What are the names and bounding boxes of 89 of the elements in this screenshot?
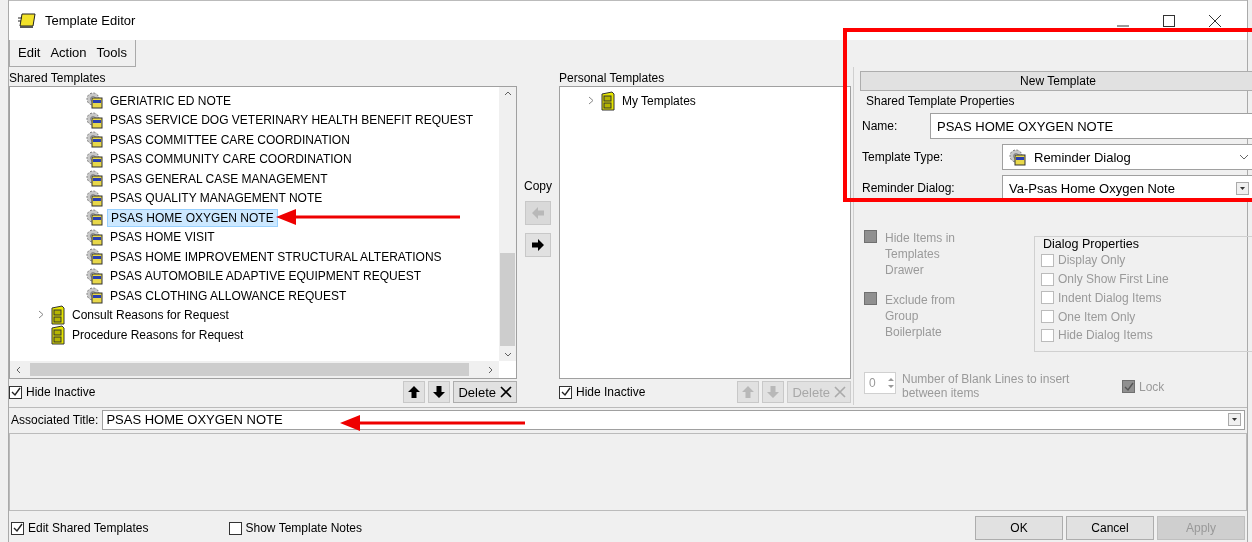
checkbox-label: Display Only [1058, 253, 1126, 268]
template-gear-icon [86, 287, 104, 305]
delete-button[interactable]: Delete [453, 381, 517, 403]
name-field[interactable]: PSAS HOME OXYGEN NOTE [930, 113, 1252, 139]
field-label: Template Type: [862, 150, 945, 164]
panel-label: Shared Templates [9, 70, 106, 86]
right-arrow-icon [531, 238, 545, 252]
move-down-button[interactable] [428, 381, 451, 403]
file-cabinet-icon [50, 305, 66, 326]
spin-arrows-icon[interactable] [887, 375, 895, 390]
down-arrow-icon [766, 385, 781, 399]
close-icon [834, 386, 846, 398]
tree-item[interactable]: My Templates [619, 92, 699, 109]
template-type-dropdown[interactable]: Reminder Dialog [1002, 144, 1252, 170]
template-gear-icon [86, 267, 104, 285]
spinner-label: Number of Blank Lines to insert between items [902, 371, 1071, 400]
group-title: Shared Template Properties [865, 93, 1016, 110]
checkbox-label: Edit Shared Templates [28, 521, 149, 535]
checkbox-label: Indent Dialog Items [1058, 290, 1162, 305]
scroll-down-icon[interactable] [503, 352, 512, 357]
tree-item[interactable]: GERIATRIC ED NOTE [107, 92, 235, 109]
template-gear-icon [86, 131, 104, 149]
checkbox-label: One Item Only [1058, 309, 1136, 324]
close-icon[interactable] [1209, 14, 1221, 27]
tree-item[interactable]: PSAS CLOTHING ALLOWANCE REQUEST [107, 287, 350, 304]
field-label: Associated Title: [11, 412, 99, 427]
dialog-button[interactable]: OK [975, 516, 1063, 540]
checkbox-label: Exclude from Group Boilerplate [885, 292, 957, 340]
template-gear-icon [86, 228, 104, 246]
copy-right-button[interactable] [525, 233, 551, 257]
scroll-right-icon[interactable] [488, 365, 493, 374]
checkbox-label: Hide Items in Templates Drawer [885, 230, 957, 278]
file-cabinet-icon [600, 90, 616, 111]
tree-item[interactable]: PSAS COMMUNITY CARE COORDINATION [107, 151, 355, 168]
down-arrow-icon [432, 385, 447, 399]
menu-item[interactable]: Edit [18, 43, 41, 62]
tree-item[interactable]: PSAS QUALITY MANAGEMENT NOTE [107, 190, 326, 207]
vertical-scrollbar[interactable] [499, 87, 516, 361]
checkbox-label: Hide Inactive [576, 385, 646, 399]
tree-item[interactable]: PSAS SERVICE DOG VETERINARY HEALTH BENEFIT REQUEST [107, 112, 476, 129]
horizontal-scrollbar[interactable] [10, 361, 499, 378]
template-gear-icon [86, 248, 104, 266]
field-label: Reminder Dialog: [862, 181, 956, 195]
up-arrow-icon [407, 385, 422, 399]
menu-item[interactable]: Tools [96, 43, 127, 62]
checkbox-label: Hide Dialog Items [1058, 328, 1153, 343]
tree-item[interactable]: PSAS GENERAL CASE MANAGEMENT [107, 170, 331, 187]
checkbox-label: Only Show First Line [1058, 272, 1169, 286]
footer-checkbox[interactable] [228, 521, 242, 535]
panel-label: Personal Templates [559, 70, 665, 86]
template-gear-icon [86, 209, 104, 227]
tree-item[interactable]: PSAS AUTOMOBILE ADAPTIVE EQUIPMENT REQUEST [107, 268, 424, 285]
chevron-down-icon [1239, 154, 1249, 160]
checkbox-label: Hide Inactive [26, 385, 96, 399]
footer-checkbox[interactable] [11, 521, 24, 535]
template-gear-icon [86, 111, 104, 129]
up-arrow-icon [741, 385, 756, 399]
app-notebook-icon [17, 11, 37, 30]
new-template-button[interactable]: New Template [860, 71, 1252, 91]
move-up-button[interactable] [403, 381, 426, 403]
tree-item[interactable]: PSAS COMMITTEE CARE COORDINATION [107, 131, 353, 148]
file-cabinet-icon [50, 324, 66, 345]
tree-item[interactable]: PSAS HOME VISIT [107, 229, 218, 246]
group-title: Dialog Properties [1041, 237, 1141, 251]
menu-item[interactable]: Action [50, 43, 87, 62]
template-gear-icon [86, 150, 104, 168]
tree-item[interactable]: PSAS HOME OXYGEN NOTE [107, 208, 278, 227]
field-label: Name: [862, 119, 899, 133]
associated-title-dropdown[interactable]: PSAS HOME OXYGEN NOTE [102, 409, 1245, 430]
template-gear-icon [86, 92, 104, 110]
checkbox-label: Show Template Notes [245, 521, 363, 535]
scroll-left-icon[interactable] [16, 365, 21, 374]
template-gear-icon [86, 189, 104, 207]
expand-chevron-icon[interactable] [588, 95, 594, 105]
dialog-button[interactable]: Cancel [1066, 516, 1154, 540]
scroll-up-icon[interactable] [503, 91, 512, 96]
left-arrow-icon [531, 206, 545, 220]
expand-chevron-icon[interactable] [38, 310, 44, 320]
window-title: Template Editor [45, 13, 136, 28]
checkbox-label: Lock [1139, 379, 1165, 394]
tree-item[interactable]: Consult Reasons for Request [69, 307, 232, 324]
close-icon [500, 386, 512, 398]
template-gear-icon [1009, 148, 1027, 166]
maximize-icon[interactable] [1163, 14, 1175, 27]
copy-label: Copy [524, 179, 552, 193]
tree-item[interactable]: Procedure Reasons for Request [69, 326, 247, 343]
tree-item[interactable]: PSAS HOME IMPROVEMENT STRUCTURAL ALTERATIONS [107, 248, 445, 265]
dialog-name-dropdown[interactable]: Va-Psas Home Oxygen Note [1002, 175, 1252, 201]
template-gear-icon [86, 170, 104, 188]
